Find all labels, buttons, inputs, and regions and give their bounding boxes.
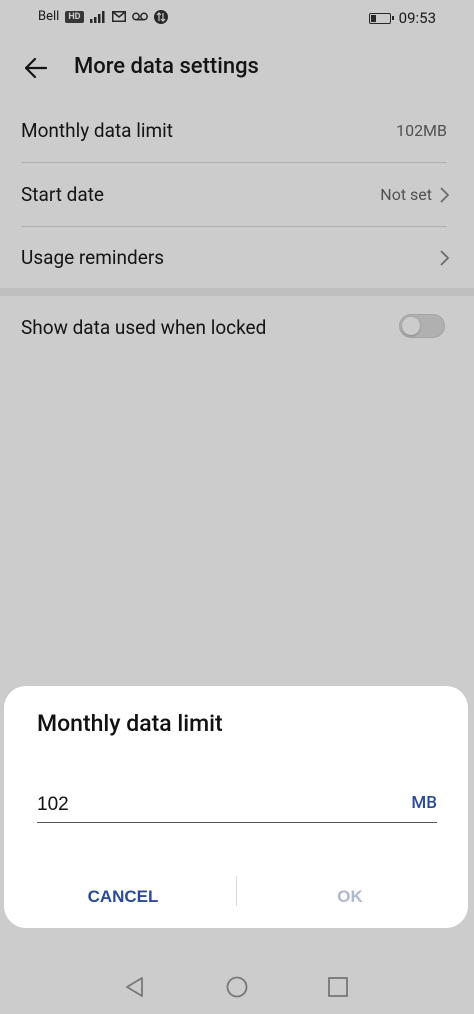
- nav-home-icon[interactable]: [224, 974, 250, 1000]
- button-separator: [236, 876, 237, 906]
- limit-input-wrapper: MB: [37, 786, 437, 823]
- cancel-button[interactable]: CANCEL: [23, 876, 223, 916]
- monthly-limit-dialog: Monthly data limit MB CANCEL OK: [4, 686, 468, 928]
- unit-label: MB: [411, 793, 437, 813]
- dialog-title: Monthly data limit: [37, 710, 223, 737]
- nav-back-icon[interactable]: [122, 974, 148, 1000]
- dialog-actions: CANCEL OK: [4, 876, 468, 920]
- navigation-bar: [0, 960, 474, 1014]
- limit-input[interactable]: [37, 792, 377, 818]
- nav-recents-icon[interactable]: [325, 974, 351, 1000]
- settings-screen: Bell HD 09:53 More data settings Monthly…: [0, 0, 474, 1014]
- ok-button[interactable]: OK: [250, 876, 450, 916]
